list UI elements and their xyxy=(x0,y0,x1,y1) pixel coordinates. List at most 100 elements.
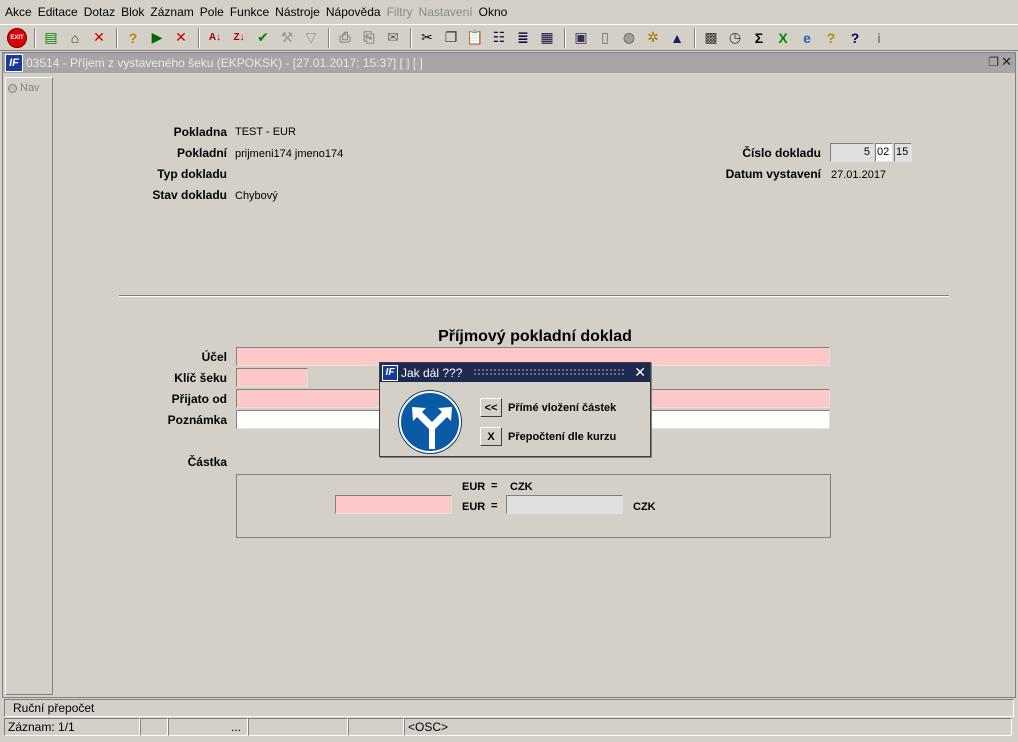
jak-dal-dialog: IF Jak dál ??? ✕ << Přímé vložení částek… xyxy=(379,362,651,457)
status-message-bar: Ruční přepočet xyxy=(4,699,1014,717)
help-icon[interactable]: ? xyxy=(820,27,842,49)
print-icon[interactable]: ⎙ xyxy=(334,27,356,49)
typ-dokladu-label: Typ dokladu xyxy=(157,167,227,181)
close-icon[interactable]: ✕ xyxy=(1001,54,1012,70)
dialog-title: Jak dál ??? xyxy=(401,365,463,380)
grid-icon[interactable]: ▦ xyxy=(536,27,558,49)
nav-panel: Nav xyxy=(5,77,53,695)
globe-icon[interactable]: ◍ xyxy=(618,27,640,49)
cut-icon[interactable]: ✂ xyxy=(416,27,438,49)
status-message: Ruční přepočet xyxy=(13,701,95,715)
copy-icon[interactable]: ❐ xyxy=(440,27,462,49)
exit-button[interactable]: EXIT xyxy=(6,27,28,49)
context-help-icon[interactable]: ? xyxy=(844,27,866,49)
info-icon[interactable]: i xyxy=(868,27,890,49)
close-icon[interactable]: ✕ xyxy=(634,364,646,381)
app-logo-icon: IF xyxy=(382,364,398,381)
direction-fork-sign-icon xyxy=(399,391,461,453)
calendar-icon[interactable]: ▩ xyxy=(700,27,722,49)
insert-record-icon[interactable]: ⌂ xyxy=(64,27,86,49)
toolbar: EXIT ▤ ⌂ ✕ ? ▶ ✕ A↓ Z↓ ✔ ⚒ ▽ ⎙ ⎘ ✉ ✂ ❐ 📋… xyxy=(0,24,1018,51)
wrench-icon[interactable]: ⚒ xyxy=(276,27,298,49)
castka-czk-input[interactable] xyxy=(506,495,623,514)
form-title: Příjmový pokladní doklad xyxy=(438,328,632,345)
prime-vlozeni-button[interactable]: << xyxy=(480,398,502,417)
status-ellipsis: ... xyxy=(168,718,248,736)
toolbar-separator xyxy=(328,27,330,48)
toolbar-separator xyxy=(564,27,566,48)
excel-icon[interactable]: X xyxy=(772,27,794,49)
cislo-dokladu-part2[interactable]: 02 xyxy=(875,143,893,162)
toolbar-separator xyxy=(34,27,36,48)
datum-vystaveni-value: 27.01.2017 xyxy=(831,169,887,181)
datum-vystaveni-label: Datum vystavení xyxy=(725,167,821,181)
mail-icon[interactable]: ✉ xyxy=(382,27,404,49)
tree-icon[interactable]: ☷ xyxy=(488,27,510,49)
status-bar: Záznam: 1/1 ... <OSC> xyxy=(4,718,1014,736)
query-cancel-icon[interactable]: ✕ xyxy=(170,27,192,49)
menu-filtry[interactable]: Filtry xyxy=(386,5,418,19)
add-record-icon[interactable]: ▤ xyxy=(40,27,62,49)
klic-seku-label: Klíč šeku xyxy=(174,371,227,385)
menu-zaznam[interactable]: Záznam xyxy=(149,5,198,19)
print-setup-icon[interactable]: ⎘ xyxy=(358,27,380,49)
filter-icon[interactable]: ▽ xyxy=(300,27,322,49)
menu-nastaveni[interactable]: Nastavení xyxy=(418,5,478,19)
wheel-icon[interactable]: ✲ xyxy=(642,27,664,49)
status-cell xyxy=(140,718,168,736)
pokladni-label: Pokladní xyxy=(176,146,227,160)
paste-icon[interactable]: 📋 xyxy=(464,27,486,49)
cislo-dokladu-label: Číslo dokladu xyxy=(742,146,821,160)
clock-icon[interactable]: ◷ xyxy=(724,27,746,49)
prepocteni-button[interactable]: X xyxy=(480,427,502,446)
eq-row: = xyxy=(491,500,498,512)
clipboard-icon[interactable]: ▣ xyxy=(570,27,592,49)
ucel-label: Účel xyxy=(201,350,227,364)
menu-editace[interactable]: Editace xyxy=(37,5,83,19)
cislo-dokladu-part1[interactable]: 5 xyxy=(830,143,874,162)
menu-pole[interactable]: Pole xyxy=(199,5,229,19)
toolbar-separator xyxy=(694,27,696,48)
toolbar-separator xyxy=(116,27,118,48)
klic-seku-input[interactable] xyxy=(236,368,308,387)
nav-label: Nav xyxy=(20,82,40,94)
ccy-czk-header: CZK xyxy=(510,481,533,493)
query-run-icon[interactable]: ▶ xyxy=(146,27,168,49)
window-title-bar: IF 03514 - Příjem z vystaveného šeku (EK… xyxy=(3,53,1015,73)
dialog-drag-pattern[interactable] xyxy=(473,368,626,377)
internet-icon[interactable]: e xyxy=(796,27,818,49)
menu-nastroje[interactable]: Nástroje xyxy=(274,5,325,19)
status-osc: <OSC> xyxy=(404,718,1012,736)
document-icon[interactable]: ▯ xyxy=(594,27,616,49)
poznamka-label: Poznámka xyxy=(167,413,227,427)
divider xyxy=(119,295,949,297)
castka-label: Částka xyxy=(187,455,227,469)
castka-eur-input[interactable] xyxy=(335,495,452,514)
prime-vlozeni-label: Přímé vložení částek xyxy=(508,402,617,414)
menu-bar: Akce Editace Dotaz Blok Záznam Pole Funkce Nást… xyxy=(0,0,1018,24)
commit-check-icon[interactable]: ✔ xyxy=(252,27,274,49)
menu-okno[interactable]: Okno xyxy=(478,5,513,19)
sum-icon[interactable]: Σ xyxy=(748,27,770,49)
toolbar-separator xyxy=(198,27,200,48)
stav-dokladu-label: Stav dokladu xyxy=(152,188,227,202)
pokladna-label: Pokladna xyxy=(173,125,227,139)
cislo-dokladu-part3[interactable]: 15 xyxy=(894,143,912,162)
delete-record-icon[interactable]: ✕ xyxy=(88,27,110,49)
restore-icon[interactable]: ❐ xyxy=(988,55,999,69)
menu-akce[interactable]: Akce xyxy=(4,5,37,19)
menu-funkce[interactable]: Funkce xyxy=(229,5,274,19)
menu-dotaz[interactable]: Dotaz xyxy=(83,5,120,19)
sort-desc-icon[interactable]: Z↓ xyxy=(228,27,250,49)
castka-box: EUR = CZK EUR = CZK xyxy=(236,474,831,538)
menu-blok[interactable]: Blok xyxy=(120,5,149,19)
nav-tab[interactable]: Nav xyxy=(8,80,52,96)
sort-asc-icon[interactable]: A↓ xyxy=(204,27,226,49)
list-icon[interactable]: ≣ xyxy=(512,27,534,49)
stav-dokladu-value: Chybový xyxy=(235,190,278,202)
pokladna-value: TEST - EUR xyxy=(235,126,296,138)
menu-napoveda[interactable]: Nápověda xyxy=(325,5,386,19)
triangle-icon[interactable]: ▲ xyxy=(666,27,688,49)
query-new-icon[interactable]: ? xyxy=(122,27,144,49)
ccy-czk-label: CZK xyxy=(633,501,656,513)
